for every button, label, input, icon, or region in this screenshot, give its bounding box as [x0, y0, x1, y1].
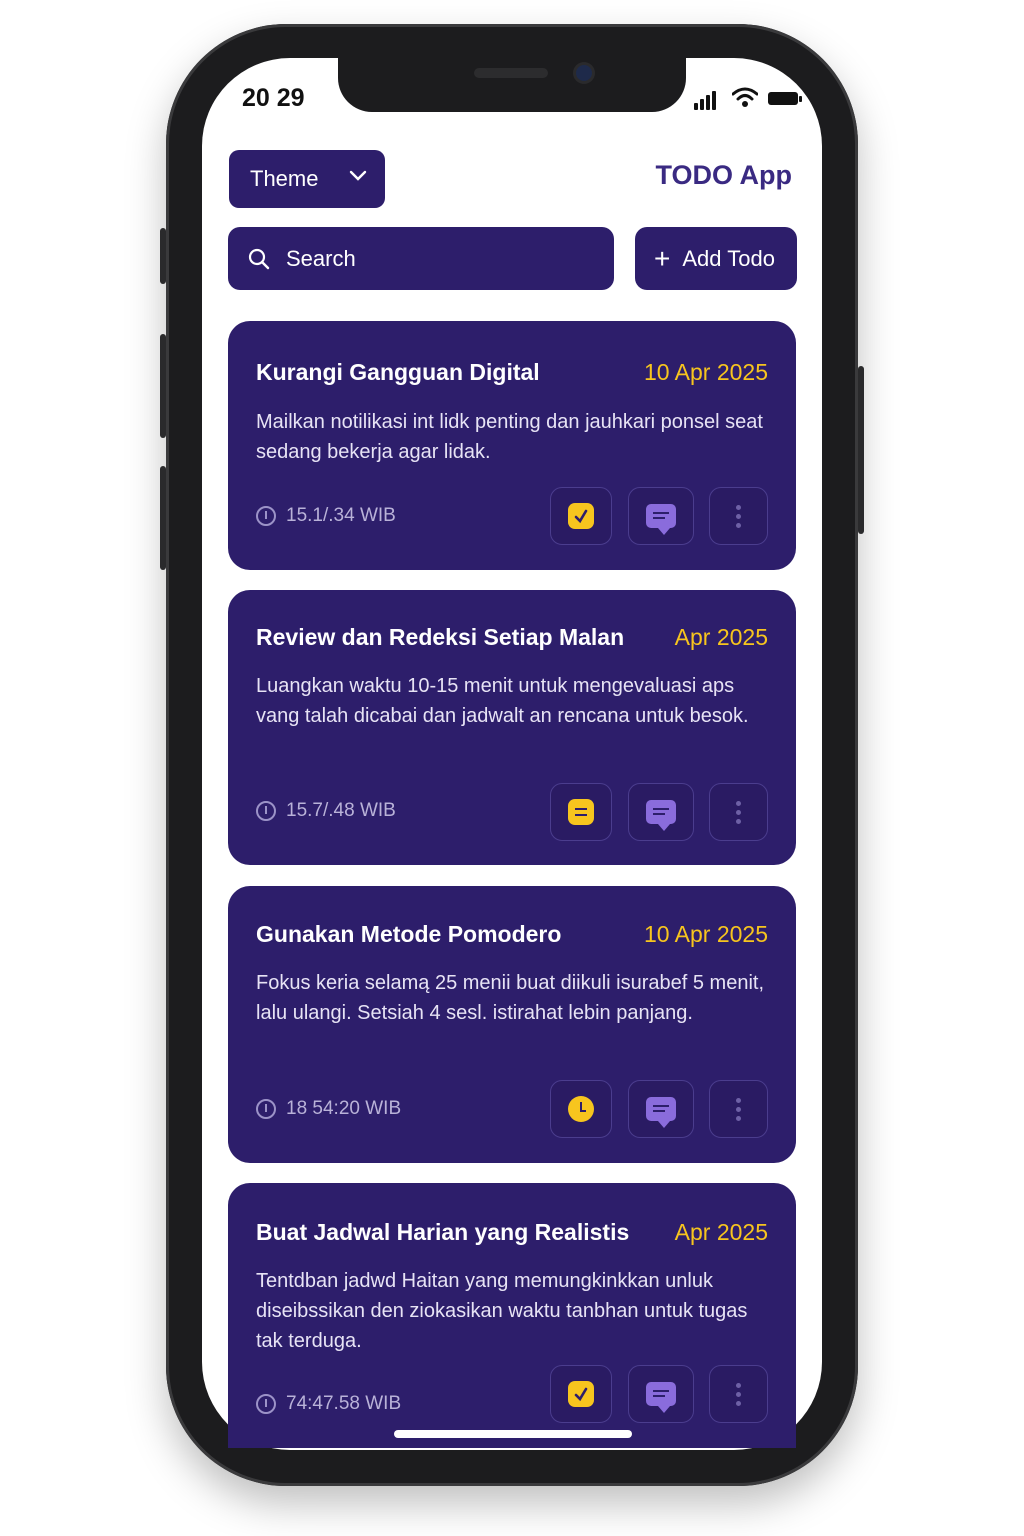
home-indicator[interactable] — [394, 1430, 632, 1438]
theme-dropdown[interactable]: Theme — [229, 150, 385, 208]
todo-time: 74:47.58 WIB — [256, 1393, 401, 1415]
power-button — [858, 366, 864, 534]
todo-description: Fokus keria selamą 25 menii buat diikuli… — [256, 972, 765, 1024]
reminder-button[interactable] — [550, 1080, 612, 1138]
todo-description: Mailkan notilikasi int lidk penting dan … — [256, 411, 763, 463]
app-title: TODO App — [655, 160, 793, 190]
search-bar[interactable] — [228, 227, 614, 290]
comment-icon — [646, 1097, 676, 1128]
time-icon — [256, 506, 276, 526]
todo-time-text: 15.1/.34 WIB — [286, 505, 396, 526]
action-button — [160, 228, 166, 284]
comment-icon — [646, 1382, 676, 1413]
battery-icon — [768, 92, 802, 105]
todo-card[interactable]: Review dan Redeksi Setiap Malan Apr 2025… — [228, 590, 796, 865]
todo-date: 10 Apr 2025 — [643, 921, 768, 947]
more-options-button[interactable] — [709, 783, 768, 841]
theme-label: Theme — [250, 166, 319, 191]
add-todo-button[interactable]: + Add Todo — [635, 227, 797, 290]
speaker — [474, 68, 548, 78]
more-options-button[interactable] — [709, 487, 768, 545]
more-options-button[interactable] — [709, 1365, 768, 1423]
volume-down-button — [160, 466, 166, 570]
todo-description: Tentdban jadwd Haitan yang memungkinkkan… — [256, 1270, 748, 1352]
comment-button[interactable] — [628, 1365, 694, 1423]
comment-icon — [646, 800, 676, 831]
check-icon — [568, 1381, 594, 1407]
plus-icon: + — [654, 242, 671, 274]
more-vert-icon — [736, 504, 741, 528]
chevron-down-icon — [349, 170, 367, 181]
todo-date: Apr 2025 — [674, 624, 768, 650]
complete-button[interactable] — [550, 1365, 612, 1423]
time-icon — [256, 1394, 276, 1414]
todo-time-text: 74:47.58 WIB — [286, 1393, 402, 1414]
wifi-icon — [732, 87, 758, 107]
comment-button[interactable] — [628, 1080, 694, 1138]
todo-time: 15.7/.48 WIB — [256, 800, 396, 822]
status-time: 20 29 — [242, 84, 305, 112]
todo-card[interactable]: Gunakan Metode Pomodero 10 Apr 2025 Foku… — [228, 886, 796, 1163]
note-button[interactable] — [550, 783, 612, 841]
todo-date: 10 Apr 2025 — [643, 359, 768, 385]
comment-button[interactable] — [628, 783, 694, 841]
front-camera — [576, 65, 592, 81]
more-vert-icon — [736, 1382, 741, 1406]
notch — [338, 58, 686, 112]
todo-time-text: 18 54:20 WIB — [286, 1098, 402, 1119]
more-vert-icon — [736, 1097, 741, 1121]
todo-title: Gunakan Metode Pomodero — [256, 921, 562, 947]
search-input[interactable] — [284, 244, 588, 273]
complete-button[interactable] — [550, 487, 612, 545]
todo-title: Buat Jadwal Harian yang Realistis — [256, 1219, 630, 1245]
comment-icon — [646, 504, 676, 535]
status-icons — [694, 86, 802, 110]
todo-time: 15.1/.34 WIB — [256, 505, 396, 527]
todo-card[interactable]: Buat Jadwal Harian yang Realistis Apr 20… — [228, 1183, 796, 1448]
time-icon — [256, 1099, 276, 1119]
volume-up-button — [160, 334, 166, 438]
todo-time-text: 15.7/.48 WIB — [286, 800, 396, 821]
todo-card[interactable]: Kurangi Gangguan Digital 10 Apr 2025 Mai… — [228, 321, 796, 570]
time-icon — [256, 801, 276, 821]
check-icon — [568, 503, 594, 529]
more-options-button[interactable] — [709, 1080, 768, 1138]
todo-time: 18 54:20 WIB — [256, 1098, 401, 1120]
search-icon — [248, 248, 270, 269]
todo-description: Luangkan waktu 10-15 menit untuk mengeva… — [256, 675, 749, 727]
note-icon — [568, 799, 594, 825]
clock-icon — [568, 1096, 594, 1122]
todo-title: Kurangi Gangguan Digital — [256, 359, 540, 385]
more-vert-icon — [736, 800, 741, 824]
add-todo-label: Add Todo — [682, 245, 775, 271]
todo-title: Review dan Redeksi Setiap Malan — [256, 624, 625, 650]
todo-date: Apr 2025 — [674, 1219, 768, 1245]
comment-button[interactable] — [628, 487, 694, 545]
